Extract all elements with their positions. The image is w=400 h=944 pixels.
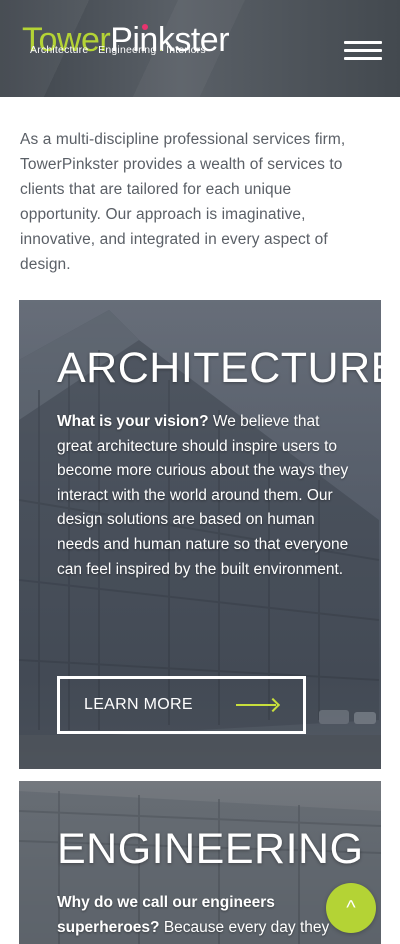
arrow-right-icon <box>236 704 276 706</box>
learn-more-label: LEARN MORE <box>84 696 193 713</box>
engineering-card: ENGINEERING Why do we call our engineers… <box>19 781 381 944</box>
site-header: TowerPinkster Architecture · Engineering · I… <box>0 0 400 97</box>
architecture-body: We believe that great architecture shoul… <box>57 413 349 578</box>
tagline-architecture: Architecture <box>30 44 89 56</box>
logo-tagline: Architecture · Engineering · Interiors <box>30 44 206 56</box>
intro-paragraph: As a multi-discipline professional servi… <box>20 131 346 273</box>
chevron-up-icon: ^ <box>346 897 356 919</box>
engineering-description: Why do we call our engineers superheroes… <box>57 891 357 940</box>
architecture-description: What is your vision? We believe that gre… <box>57 410 357 582</box>
architecture-title: ARCHITECTURE <box>57 344 381 392</box>
hamburger-menu-icon[interactable] <box>344 38 382 64</box>
tagline-separator: · <box>159 44 164 56</box>
tagline-engineering: Engineering <box>98 44 157 56</box>
engineering-title: ENGINEERING <box>57 825 364 873</box>
architecture-card: ARCHITECTURE What is your vision? We bel… <box>19 300 381 769</box>
tagline-interiors: Interiors <box>166 44 206 56</box>
logo-dot-icon <box>142 24 148 30</box>
architecture-lead: What is your vision? <box>57 413 209 430</box>
back-to-top-button[interactable]: ^ <box>326 883 376 933</box>
learn-more-button[interactable]: LEARN MORE <box>57 676 306 734</box>
engineering-body: Because every day they <box>159 918 330 936</box>
tagline-separator: · <box>91 44 96 56</box>
